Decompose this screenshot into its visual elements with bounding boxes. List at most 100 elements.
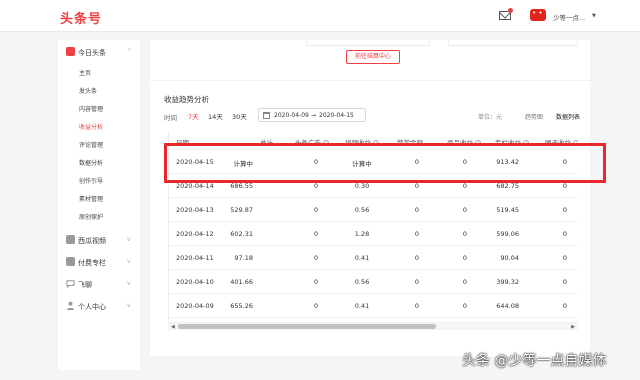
scroll-thumb[interactable] xyxy=(178,324,436,329)
date-separator: → xyxy=(311,112,317,119)
cell-video: 0.56 xyxy=(354,278,370,286)
date-range-picker[interactable]: 2020-04-09 → 2020-04-15 xyxy=(258,108,366,122)
cell-date: 2020-04-09 xyxy=(176,302,214,310)
cell-column: 682.75 xyxy=(496,182,519,190)
sidebar-group-feiliao[interactable]: 飞聊 v xyxy=(58,276,140,292)
cell-circle: 0 xyxy=(562,278,567,286)
cell-date: 2020-04-13 xyxy=(176,206,214,214)
chat-icon xyxy=(66,279,75,289)
horizontal-scrollbar[interactable]: ◀ ▶ xyxy=(168,322,578,330)
unit-label: 单位：元 xyxy=(478,114,503,121)
tab-trend-chart[interactable]: 趋势图 xyxy=(525,112,543,121)
top-bar: 头条号 少等一点... ▼ xyxy=(0,0,640,32)
sidebar-item-original[interactable]: 原创保护 xyxy=(79,212,103,221)
notification-dot xyxy=(508,8,513,13)
toutiao-icon xyxy=(66,47,75,56)
cell-total: 529.87 xyxy=(230,206,253,214)
cell-ads: 0 xyxy=(313,230,318,238)
settlement-center-button[interactable]: 前往结算中心 xyxy=(346,50,400,64)
cell-date: 2020-04-10 xyxy=(176,278,214,286)
sidebar-group-profile[interactable]: 个人中心 v xyxy=(58,298,140,314)
cell-circle: 0 xyxy=(562,206,567,214)
chevron-down-icon: v xyxy=(127,258,131,265)
cell-ads: 0 xyxy=(313,254,318,262)
cell-column: 599.06 xyxy=(496,230,519,238)
cell-ads: 0 xyxy=(313,278,318,286)
cell-column: 399.32 xyxy=(496,278,519,286)
cell-goods: 0 xyxy=(462,278,467,286)
cell-video: 0.56 xyxy=(354,206,370,214)
main-panel: 前往结算中心 收益趋势分析 时间 7天 14天 30天 2020-04-09 →… xyxy=(150,40,590,356)
sidebar-item-post[interactable]: 发头条 xyxy=(79,86,97,95)
cell-goods: 0 xyxy=(462,182,467,190)
user-icon xyxy=(66,301,75,310)
range-tab-7d[interactable]: 7天 xyxy=(188,111,199,121)
sidebar-group-paid-column[interactable]: 付费专栏 v xyxy=(58,254,140,270)
table-row: 2020-04-09 655.26 0 0.41 0 0 644.08 0 xyxy=(169,294,578,318)
cell-goods: 0 xyxy=(462,254,467,262)
cell-date: 2020-04-14 xyxy=(176,182,214,190)
table-row: 2020-04-10 401.66 0 0.56 0 0 399.32 0 xyxy=(169,270,578,294)
sidebar-item-guide[interactable]: 创作引导 xyxy=(79,176,103,185)
scroll-left-icon[interactable]: ◀ xyxy=(171,324,175,330)
cell-circle: 0 xyxy=(562,230,567,238)
cell-goods: 0 xyxy=(462,302,467,310)
cell-reward: 0 xyxy=(414,278,419,286)
cell-date: 2020-04-11 xyxy=(176,254,214,262)
cell-goods: 0 xyxy=(462,230,467,238)
table-row: 2020-04-13 529.87 0 0.56 0 0 519.45 0 xyxy=(169,198,578,222)
sidebar-item-materials[interactable]: 素材管理 xyxy=(79,194,103,203)
calendar-icon xyxy=(263,112,270,119)
sidebar-group-label: 个人中心 xyxy=(78,303,106,311)
cell-total: 602.31 xyxy=(230,230,253,238)
time-label: 时间 xyxy=(164,114,177,122)
cell-circle: 0 xyxy=(562,182,567,190)
table-row: 2020-04-12 602.31 0 1.28 0 0 599.06 0 xyxy=(169,222,578,246)
chevron-down-icon: v xyxy=(127,236,131,243)
summary-card xyxy=(448,40,578,46)
table-row: 2020-04-11 97.18 0 0.41 0 0 90.04 0 xyxy=(169,246,578,270)
section-title: 收益趋势分析 xyxy=(164,95,209,104)
sidebar-item-comments[interactable]: 评论管理 xyxy=(79,140,103,149)
cell-ads: 0 xyxy=(313,302,318,310)
chevron-up-icon: ^ xyxy=(127,48,133,55)
sidebar-group-toutiao[interactable]: 今日头条 ^ xyxy=(58,44,140,60)
cell-video: 0.30 xyxy=(354,182,370,190)
sidebar-group-label: 飞聊 xyxy=(78,281,92,289)
avatar[interactable] xyxy=(530,9,546,21)
cell-ads: 0 xyxy=(313,182,318,190)
cell-video: 0.41 xyxy=(354,254,370,262)
sidebar-group-label: 西瓜视频 xyxy=(78,237,106,245)
cell-reward: 0 xyxy=(414,206,419,214)
sidebar-group-label: 付费专栏 xyxy=(78,259,106,267)
cell-goods: 0 xyxy=(462,206,467,214)
scroll-right-icon[interactable]: ▶ xyxy=(571,324,575,330)
logo[interactable]: 头条号 xyxy=(60,8,102,27)
cell-total: 686.55 xyxy=(230,182,253,190)
cell-column: 90.04 xyxy=(500,254,519,262)
sidebar-item-data[interactable]: 数据分析 xyxy=(79,158,103,167)
cell-circle: 0 xyxy=(562,302,567,310)
cell-total: 401.66 xyxy=(230,278,253,286)
cell-reward: 0 xyxy=(414,182,419,190)
sidebar-group-xigua[interactable]: 西瓜视频 v xyxy=(58,232,140,248)
watermark: 头条 @少等一点自媒体 xyxy=(462,353,607,369)
divider xyxy=(150,80,590,81)
sidebar-item-revenue[interactable]: 收益分析 xyxy=(79,122,103,131)
username[interactable]: 少等一点... xyxy=(553,12,585,22)
date-start: 2020-04-09 xyxy=(274,112,309,119)
cell-ads: 0 xyxy=(313,206,318,214)
sidebar-item-content[interactable]: 内容管理 xyxy=(79,104,103,113)
date-end: 2020-04-15 xyxy=(319,112,354,119)
range-tab-14d[interactable]: 14天 xyxy=(208,111,223,121)
cell-video: 0.41 xyxy=(354,302,370,310)
chevron-down-icon: v xyxy=(127,280,131,287)
tab-data-list[interactable]: 数据列表 xyxy=(556,112,580,121)
range-tab-30d[interactable]: 30天 xyxy=(232,111,247,121)
sidebar-item-home[interactable]: 主页 xyxy=(79,68,91,77)
highlight-annotation xyxy=(164,143,606,183)
cell-video: 1.28 xyxy=(354,230,370,238)
cell-reward: 0 xyxy=(414,302,419,310)
chevron-down-icon[interactable]: ▼ xyxy=(592,13,596,19)
cell-reward: 0 xyxy=(414,254,419,262)
